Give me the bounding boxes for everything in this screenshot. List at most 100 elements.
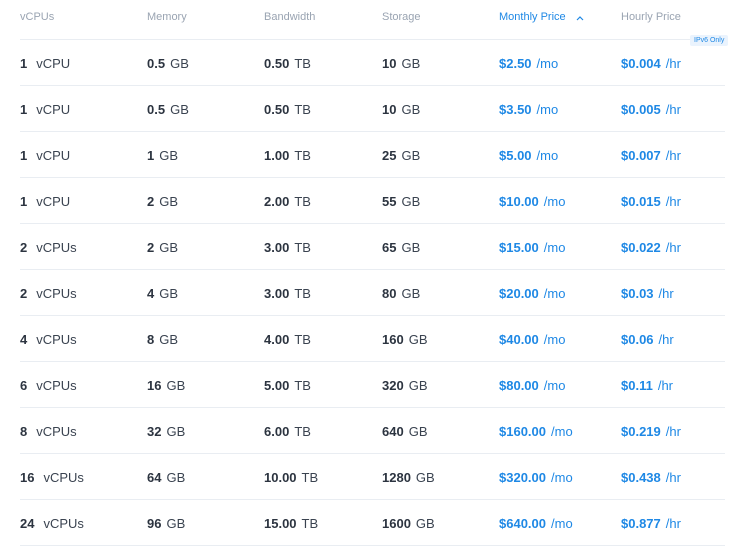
cell-vcpus-value: 16 — [20, 470, 35, 485]
cell-bandwidth: 1.00 TB — [264, 148, 311, 163]
cell-bandwidth: 10.00 TB — [264, 470, 318, 485]
cell-hourly-price: $0.022/hr — [621, 240, 681, 255]
cell-vcpus: 1 vCPU — [20, 194, 70, 209]
cell-vcpus: 4 vCPUs — [20, 332, 77, 347]
cell-bandwidth-unit: TB — [294, 56, 311, 71]
cell-vcpus-value: 4 — [20, 332, 28, 347]
cell-vcpus: 8 vCPUs — [20, 424, 77, 439]
cell-hourly-price-value: $0.007 — [621, 148, 661, 163]
table-row[interactable]: 1 vCPU 1 GB 1.00 TB 25 GB $5.00/mo $0.007/hr — [0, 132, 740, 178]
cell-hourly-price: $0.005/hr — [621, 102, 681, 117]
cell-monthly-price: $2.50/mo — [499, 56, 558, 71]
cell-hourly-price: $0.03/hr — [621, 286, 674, 301]
cell-storage-value: 1280 — [382, 470, 411, 485]
cell-storage: 80 GB — [382, 286, 420, 301]
cell-storage: 320 GB — [382, 378, 428, 393]
cell-hourly-price-unit: /hr — [665, 516, 681, 531]
cell-bandwidth: 2.00 TB — [264, 194, 311, 209]
cell-monthly-price-unit: /mo — [543, 332, 566, 347]
cell-storage: 55 GB — [382, 194, 420, 209]
cell-vcpus: 6 vCPUs — [20, 378, 77, 393]
cell-monthly-price-unit: /mo — [543, 378, 566, 393]
cell-memory-unit: GB — [159, 332, 179, 347]
column-header-storage[interactable]: Storage — [382, 11, 421, 23]
table-row[interactable]: 6 vCPUs 16 GB 5.00 TB 320 GB $80.00/mo $0.11/hr — [0, 362, 740, 408]
table-row[interactable]: 8 vCPUs 32 GB 6.00 TB 640 GB $160.00/mo $0.219/hr — [0, 408, 740, 454]
cell-storage-unit: GB — [401, 194, 421, 209]
table-body: 1 vCPU 0.5 GB 0.50 TB 10 GB $2.50/mo $0.004/hr 1 vC… — [0, 40, 740, 546]
cell-memory-value: 2 — [147, 194, 155, 209]
table-row[interactable]: 2 vCPUs 2 GB 3.00 TB 65 GB $15.00/mo $0.022/hr — [0, 224, 740, 270]
cell-memory-unit: GB — [159, 148, 179, 163]
cell-vcpus: 1 vCPU — [20, 148, 70, 163]
cell-bandwidth: 3.00 TB — [264, 286, 311, 301]
cell-vcpus-unit: vCPU — [36, 194, 71, 209]
column-header-memory[interactable]: Memory — [147, 11, 187, 23]
cell-bandwidth: 5.00 TB — [264, 378, 311, 393]
cell-storage-unit: GB — [408, 424, 428, 439]
cell-memory-value: 8 — [147, 332, 155, 347]
cell-monthly-price: $5.00/mo — [499, 148, 558, 163]
cell-vcpus: 2 vCPUs — [20, 286, 77, 301]
cell-vcpus-value: 6 — [20, 378, 28, 393]
cell-vcpus-value: 24 — [20, 516, 35, 531]
cell-bandwidth-value: 15.00 — [264, 516, 297, 531]
cell-bandwidth-unit: TB — [294, 102, 311, 117]
cell-bandwidth-value: 1.00 — [264, 148, 290, 163]
table-row[interactable]: 1 vCPU 0.5 GB 0.50 TB 10 GB $3.50/mo $0.005/hr — [0, 86, 740, 132]
cell-storage-value: 10 — [382, 102, 397, 117]
table-row[interactable]: 1 vCPU 0.5 GB 0.50 TB 10 GB $2.50/mo $0.004/hr — [0, 40, 740, 86]
cell-monthly-price: $320.00/mo — [499, 470, 573, 485]
cell-hourly-price: $0.06/hr — [621, 332, 674, 347]
cell-vcpus-value: 1 — [20, 148, 28, 163]
cell-bandwidth: 4.00 TB — [264, 332, 311, 347]
cell-monthly-price: $40.00/mo — [499, 332, 565, 347]
cell-monthly-price-value: $40.00 — [499, 332, 539, 347]
cell-monthly-price-unit: /mo — [536, 56, 559, 71]
cell-vcpus-value: 1 — [20, 102, 28, 117]
table-row[interactable]: 1 vCPU 2 GB 2.00 TB 55 GB $10.00/mo $0.015/hr — [0, 178, 740, 224]
column-header-monthly-price[interactable]: Monthly Price — [499, 11, 584, 24]
cell-bandwidth-unit: TB — [294, 148, 311, 163]
cell-hourly-price-value: $0.004 — [621, 56, 661, 71]
cell-memory: 32 GB — [147, 424, 185, 439]
cell-vcpus-unit: vCPU — [36, 56, 71, 71]
cell-vcpus-unit: vCPU — [36, 148, 71, 163]
cell-hourly-price: $0.438/hr — [621, 470, 681, 485]
sort-chevron-up-icon[interactable] — [576, 12, 584, 24]
cell-bandwidth: 6.00 TB — [264, 424, 311, 439]
cell-bandwidth: 3.00 TB — [264, 240, 311, 255]
cell-vcpus-unit: vCPUs — [43, 516, 84, 531]
cell-bandwidth-value: 3.00 — [264, 286, 290, 301]
cell-hourly-price-unit: /hr — [665, 194, 681, 209]
cell-vcpus-unit: vCPUs — [36, 240, 77, 255]
cell-monthly-price-unit: /mo — [551, 470, 573, 485]
cell-hourly-price-value: $0.06 — [621, 332, 654, 347]
cell-bandwidth-value: 4.00 — [264, 332, 290, 347]
cell-vcpus-unit: vCPUs — [36, 332, 77, 347]
table-row[interactable]: 16 vCPUs 64 GB 10.00 TB 1280 GB $320.00/mo $0.438… — [0, 454, 740, 500]
cell-storage: 10 GB — [382, 56, 420, 71]
cell-hourly-price-value: $0.438 — [621, 470, 661, 485]
cell-storage-value: 10 — [382, 56, 397, 71]
cell-bandwidth-unit: TB — [294, 424, 311, 439]
cell-bandwidth-value: 5.00 — [264, 378, 290, 393]
column-header-bandwidth[interactable]: Bandwidth — [264, 11, 315, 23]
cell-memory-value: 1 — [147, 148, 155, 163]
cell-hourly-price: $0.015/hr — [621, 194, 681, 209]
column-header-hourly-price[interactable]: Hourly Price — [621, 11, 681, 23]
column-header-vcpus[interactable]: vCPUs — [20, 11, 54, 23]
cell-storage-unit: GB — [401, 286, 421, 301]
cell-hourly-price-unit: /hr — [665, 56, 681, 71]
cell-vcpus-value: 1 — [20, 194, 28, 209]
table-row[interactable]: 4 vCPUs 8 GB 4.00 TB 160 GB $40.00/mo $0.06/hr — [0, 316, 740, 362]
cell-bandwidth-value: 0.50 — [264, 56, 290, 71]
cell-memory-unit: GB — [159, 194, 179, 209]
table-row[interactable]: 24 vCPUs 96 GB 15.00 TB 1600 GB $640.00/mo $0.877… — [0, 500, 740, 546]
cell-vcpus-value: 2 — [20, 240, 28, 255]
cell-monthly-price: $10.00/mo — [499, 194, 565, 209]
cell-hourly-price-unit: /hr — [665, 102, 681, 117]
cell-hourly-price-unit: /hr — [665, 148, 681, 163]
table-row[interactable]: 2 vCPUs 4 GB 3.00 TB 80 GB $20.00/mo $0.03/hr — [0, 270, 740, 316]
cell-memory: 64 GB — [147, 470, 185, 485]
